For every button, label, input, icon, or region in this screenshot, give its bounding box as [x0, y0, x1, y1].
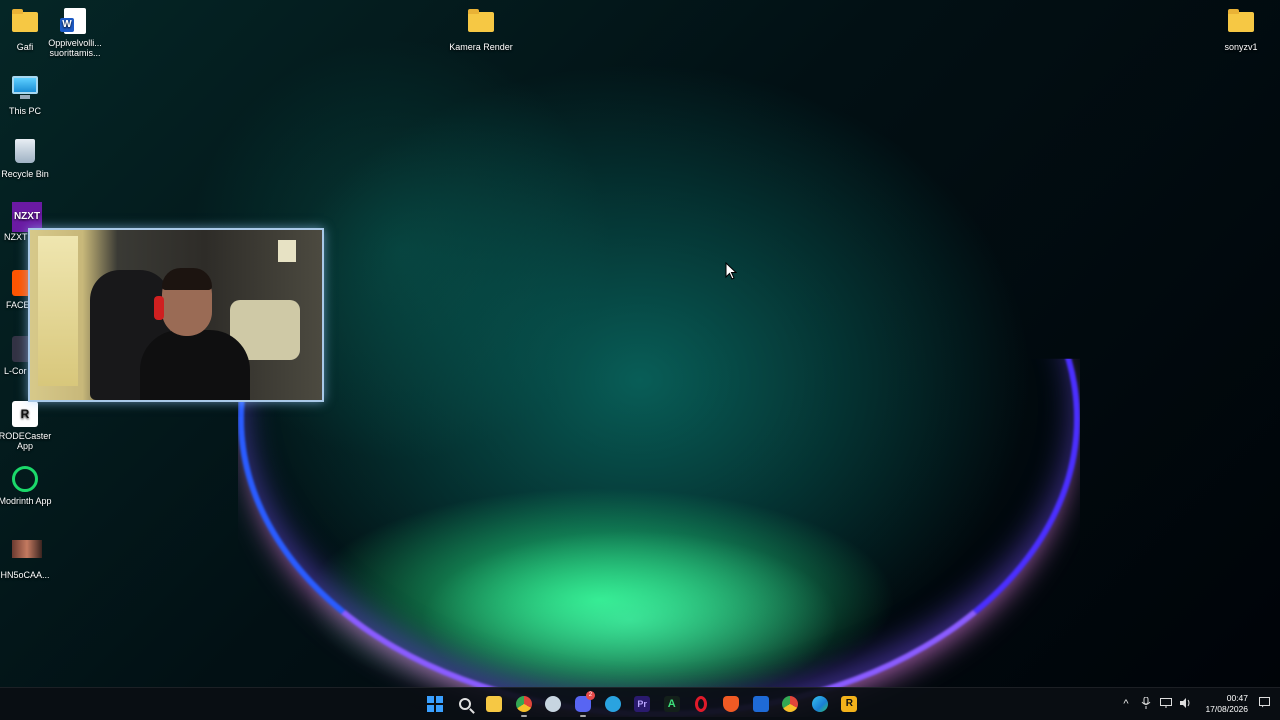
taskbar-rockstar[interactable]: R — [836, 691, 862, 717]
notifications-icon[interactable] — [1254, 697, 1274, 711]
premiere-pro-icon: Pr — [634, 696, 651, 712]
desktop-icon-sonyzv1[interactable]: sonyzv1 — [1206, 8, 1276, 52]
desktop-icon-label: Oppivelvolli... suorittamis... — [48, 38, 102, 58]
desktop-icon-label: HN5oCAA... — [0, 570, 50, 580]
rockstar-icon: R — [841, 696, 858, 712]
taskbar-chrome-2[interactable] — [777, 691, 803, 717]
taskbar-chrome[interactable] — [511, 691, 537, 717]
clock[interactable]: 00:47 17/08/2026 — [1200, 693, 1248, 715]
cam-headset — [154, 296, 164, 320]
clock-time: 00:47 — [1226, 693, 1248, 703]
chrome-icon — [782, 696, 799, 712]
desktop-icon-recycle-bin[interactable]: Recycle Bin — [0, 139, 60, 179]
taskbar-discord[interactable]: 2 — [570, 691, 596, 717]
nzxt-icon: NZXT — [12, 202, 42, 232]
folder-icon — [12, 9, 38, 38]
search-icon — [458, 698, 471, 710]
system-tray: ^ 00:47 17/08/2026 — [1116, 688, 1280, 720]
notification-badge: 2 — [585, 691, 595, 700]
cam-person — [140, 330, 250, 400]
search-button[interactable] — [452, 691, 478, 717]
word-document-icon — [60, 8, 88, 34]
microphone-icon[interactable] — [1136, 696, 1156, 712]
brave-icon — [722, 696, 739, 712]
desktop-icon-label: Kamera Render — [449, 42, 513, 52]
telegram-icon — [604, 696, 621, 712]
desktop-icon-label: This PC — [8, 106, 41, 116]
a-letter-icon: A — [663, 696, 680, 712]
file-explorer-icon — [486, 696, 503, 712]
taskbar-edge[interactable] — [807, 691, 833, 717]
folder-icon — [1228, 9, 1254, 38]
blue-app-icon — [752, 696, 769, 712]
this-pc-icon — [12, 76, 38, 102]
windows-logo-icon — [427, 696, 443, 712]
desktop-icon-image[interactable]: HN5oCAA... — [0, 536, 60, 580]
taskbar-app-a[interactable]: A — [659, 691, 685, 717]
cam-person-hair — [162, 268, 212, 290]
taskbar-steam[interactable] — [540, 691, 566, 717]
desktop-icon-modrinth[interactable]: Modrinth App — [0, 466, 60, 506]
taskbar-file-explorer[interactable] — [481, 691, 507, 717]
desktop-icon-label: Modrinth App — [0, 496, 52, 506]
desktop-icon-label: sonyzv1 — [1224, 42, 1258, 52]
taskbar-opera[interactable] — [688, 691, 714, 717]
image-thumbnail-icon — [12, 540, 42, 566]
taskbar-apps: 2 Pr A R — [422, 691, 862, 717]
rodecaster-icon: R — [12, 401, 38, 427]
desktop-icon-oppivelvolli[interactable]: Oppivelvolli... suorittamis... — [40, 8, 110, 58]
network-icon[interactable] — [1156, 697, 1176, 711]
taskbar-app-blue[interactable] — [748, 691, 774, 717]
show-hidden-icons-chevron-icon[interactable]: ^ — [1116, 698, 1136, 710]
webcam-overlay — [28, 228, 324, 402]
cam-window — [38, 236, 78, 386]
opera-icon — [695, 696, 708, 712]
clock-date: 17/08/2026 — [1205, 704, 1248, 714]
modrinth-icon — [12, 466, 38, 492]
folder-icon — [468, 9, 494, 38]
taskbar-telegram[interactable] — [600, 691, 626, 717]
desktop-icon-label: Recycle Bin — [1, 169, 49, 179]
desktop-icon-this-pc[interactable]: This PC — [0, 74, 60, 116]
desktop-icon-rodecaster[interactable]: R RODECaster App — [0, 401, 60, 451]
recycle-bin-icon — [12, 139, 38, 165]
start-button[interactable] — [422, 691, 448, 717]
taskbar-brave[interactable] — [718, 691, 744, 717]
taskbar-premiere-pro[interactable]: Pr — [629, 691, 655, 717]
volume-icon[interactable] — [1176, 697, 1196, 711]
steam-icon — [545, 696, 562, 712]
chrome-icon — [515, 696, 532, 712]
desktop-icon-kamera-render[interactable]: Kamera Render — [446, 8, 516, 52]
taskbar: 2 Pr A R ^ 00:47 17/08/2026 — [0, 687, 1280, 720]
desktop-icon-label: RODECaster App — [0, 431, 52, 451]
cam-poster — [278, 240, 296, 262]
edge-icon — [811, 696, 828, 712]
